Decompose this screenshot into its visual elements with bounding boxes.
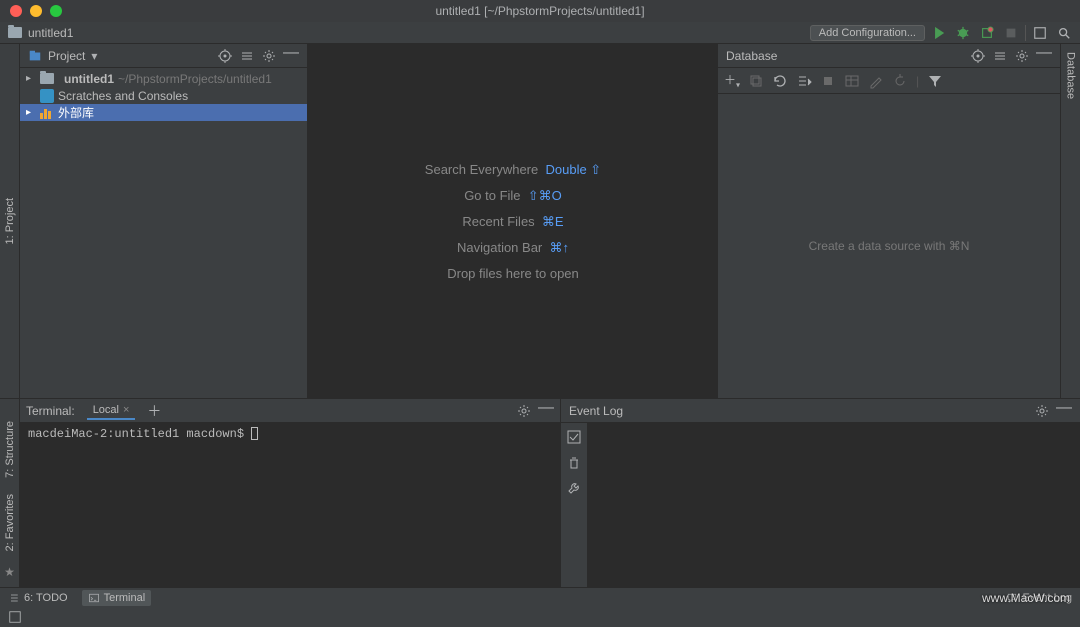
run-query-icon[interactable] <box>796 73 812 89</box>
settings-icon[interactable] <box>516 403 532 419</box>
close-icon[interactable]: × <box>123 404 129 416</box>
terminal-prompt: macdeiMac-2:untitled1 macdown$ <box>28 427 251 441</box>
stop-icon[interactable] <box>820 73 836 89</box>
run-with-coverage-button[interactable] <box>977 23 997 43</box>
hint-recent-label: Recent Files <box>462 214 534 229</box>
chevron-right-icon[interactable]: ▸ <box>26 73 36 84</box>
add-terminal-button[interactable]: ＋ <box>147 401 161 421</box>
settings-icon[interactable] <box>1014 48 1030 64</box>
chevron-right-icon[interactable]: ▸ <box>26 107 36 118</box>
hint-search-label: Search Everywhere <box>425 162 538 177</box>
project-tree[interactable]: ▸ untitled1 ~/PhpstormProjects/untitled1… <box>20 68 307 123</box>
edit-icon[interactable] <box>868 73 884 89</box>
locate-icon[interactable] <box>217 48 233 64</box>
hide-panel-button[interactable]: — <box>283 48 299 64</box>
event-log-body <box>587 423 1080 587</box>
settings-icon[interactable] <box>261 48 277 64</box>
rail-database[interactable]: Database <box>1065 52 1077 99</box>
library-icon <box>40 107 54 119</box>
todo-tool-button[interactable]: 6: TODO <box>8 592 68 604</box>
hint-drop-label: Drop files here to open <box>447 266 579 281</box>
expand-all-icon[interactable] <box>992 48 1008 64</box>
update-project-button[interactable] <box>1030 23 1050 43</box>
refresh-icon[interactable] <box>772 73 788 89</box>
checkbox-icon[interactable] <box>566 429 582 445</box>
rail-project[interactable]: 1: Project <box>4 198 16 244</box>
search-everywhere-button[interactable] <box>1054 23 1074 43</box>
revert-icon[interactable] <box>892 73 908 89</box>
terminal-tool-button[interactable]: Terminal <box>82 590 152 606</box>
database-panel-label: Database <box>726 49 777 63</box>
database-empty-hint: Create a data source with ⌘N <box>718 94 1060 398</box>
locate-icon[interactable] <box>970 48 986 64</box>
rail-structure[interactable]: 7: Structure <box>4 421 16 478</box>
list-icon <box>8 592 20 604</box>
chevron-down-icon[interactable]: ▾ <box>91 49 97 63</box>
status-icon[interactable] <box>8 610 22 624</box>
hide-panel-button[interactable]: — <box>538 403 554 419</box>
run-button[interactable] <box>929 23 949 43</box>
external-libraries-node[interactable]: 外部库 <box>58 104 94 121</box>
rail-favorites[interactable]: 2: Favorites <box>4 494 16 551</box>
hide-panel-button[interactable]: — <box>1056 403 1072 419</box>
trash-icon[interactable] <box>566 455 582 471</box>
hint-search-key: Double ⇧ <box>545 162 601 177</box>
project-panel-label[interactable]: Project <box>48 49 85 63</box>
settings-icon[interactable] <box>1034 403 1050 419</box>
hint-goto-key: ⇧⌘O <box>528 188 562 203</box>
expand-all-icon[interactable] <box>239 48 255 64</box>
hint-nav-key: ⌘↑ <box>550 240 570 255</box>
debug-button[interactable] <box>953 23 973 43</box>
terminal-tab-local[interactable]: Local× <box>87 402 136 420</box>
star-icon: ★ <box>4 565 15 579</box>
project-root-path: ~/PhpstormProjects/untitled1 <box>118 72 272 86</box>
hint-recent-key: ⌘E <box>542 214 564 229</box>
breadcrumb[interactable]: untitled1 <box>28 26 73 40</box>
add-datasource-button[interactable]: ＋▾ <box>724 71 740 89</box>
window-title: untitled1 [~/PhpstormProjects/untitled1] <box>0 4 1080 18</box>
scratches-node[interactable]: Scratches and Consoles <box>58 89 188 103</box>
folder-icon <box>40 73 54 84</box>
watermark: www.MacW.com <box>982 591 1070 605</box>
scratches-icon <box>40 89 54 103</box>
terminal-body[interactable]: macdeiMac-2:untitled1 macdown$ <box>20 423 560 587</box>
terminal-cursor <box>251 427 258 440</box>
project-tool-window: Project ▾ — ▸ untitled1 ~/PhpstormProjec… <box>20 44 308 398</box>
terminal-tool-window: Terminal: Local× ＋ — macdeiMac-2:untitle… <box>20 399 560 587</box>
filter-icon[interactable] <box>927 73 943 89</box>
database-tool-window: Database — ＋▾ | Create a data source wit… <box>718 44 1060 398</box>
project-root-node[interactable]: untitled1 <box>64 72 114 86</box>
terminal-icon <box>88 592 100 604</box>
table-icon[interactable] <box>844 73 860 89</box>
event-log-label: Event Log <box>569 404 623 418</box>
duplicate-icon[interactable] <box>748 73 764 89</box>
hide-panel-button[interactable]: — <box>1036 48 1052 64</box>
wrench-icon[interactable] <box>566 481 582 497</box>
hint-nav-label: Navigation Bar <box>457 240 542 255</box>
folder-icon <box>8 27 22 38</box>
project-icon <box>28 49 42 63</box>
stop-button[interactable] <box>1001 23 1021 43</box>
editor-empty-state: Search Everywhere Double ⇧ Go to File ⇧⌘… <box>308 44 718 398</box>
terminal-label: Terminal: <box>26 404 75 418</box>
add-configuration-button[interactable]: Add Configuration... <box>810 25 925 41</box>
hint-goto-label: Go to File <box>464 188 520 203</box>
